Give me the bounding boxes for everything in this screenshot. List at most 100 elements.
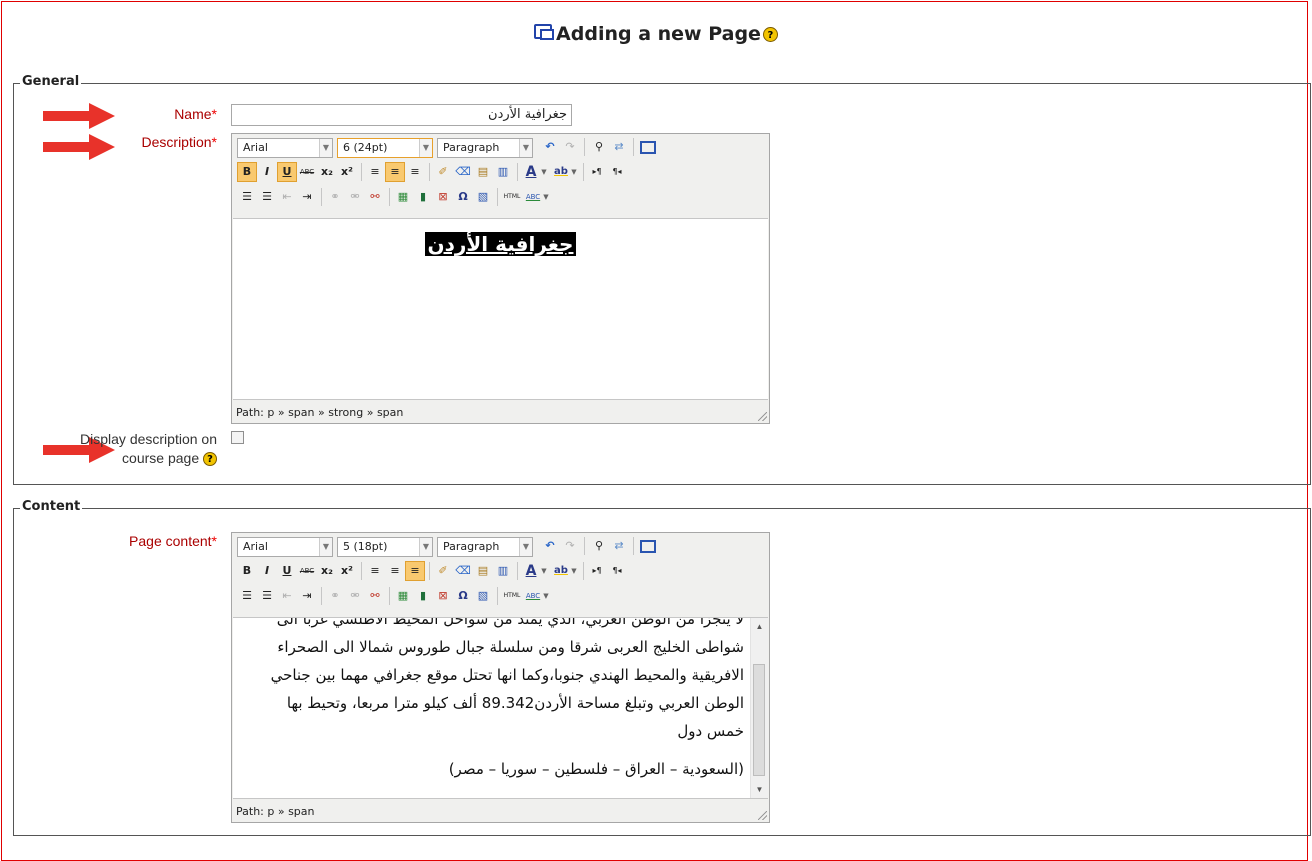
subscript-button[interactable]: x₂ [317,162,337,182]
chevron-down-icon[interactable]: ▼ [541,586,551,606]
ltr-icon[interactable]: ▸¶ [587,162,607,182]
indent-icon[interactable]: ⇥ [297,187,317,207]
align-left-icon[interactable]: ≡ [365,162,385,182]
format-select[interactable]: Paragraph ▼ [437,537,533,557]
spellcheck-button[interactable]: ABC [523,187,543,207]
nolink-icon[interactable]: ⊠ [433,586,453,606]
paste-text-icon[interactable]: ▤ [473,561,493,581]
outdent-icon[interactable]: ⇤ [277,586,297,606]
special-char-button[interactable]: Ω [453,586,473,606]
fullscreen-icon[interactable] [638,536,658,556]
superscript-button[interactable]: x² [337,162,357,182]
numbered-list-icon[interactable]: ☰ [257,586,277,606]
italic-button[interactable]: I [257,561,277,581]
chevron-down-icon[interactable]: ▼ [569,162,579,182]
font-family-select[interactable]: Arial ▼ [237,138,333,158]
replace-icon[interactable]: ⇄ [609,536,629,556]
redo-icon[interactable]: ↷ [560,137,580,157]
bullet-list-icon[interactable]: ☰ [237,187,257,207]
description-editor[interactable]: Arial ▼ 6 (24pt) ▼ Paragraph ▼ ↶ ↷ ⚲ ⇄ B I … [231,133,770,424]
eraser-icon[interactable]: ⌫ [453,561,473,581]
italic-button[interactable]: I [257,162,277,182]
scroll-thumb[interactable] [753,664,765,776]
strikethrough-button[interactable]: ABC [297,162,317,182]
find-icon[interactable]: ⚲ [589,536,609,556]
replace-icon[interactable]: ⇄ [609,137,629,157]
undo-icon[interactable]: ↶ [540,536,560,556]
ltr-icon[interactable]: ▸¶ [587,561,607,581]
underline-button[interactable]: U [277,561,297,581]
scroll-down-arrow[interactable]: ▼ [751,781,768,798]
chevron-down-icon[interactable]: ▼ [569,561,579,581]
text-color-button[interactable]: A [521,561,541,581]
unlink-icon[interactable]: ⚮ [345,586,365,606]
html-source-button[interactable]: HTML [501,586,523,606]
unlink-icon[interactable]: ⚮ [345,187,365,207]
resize-handle[interactable] [758,811,767,820]
bullet-list-icon[interactable]: ☰ [237,586,257,606]
editor-scrollbar[interactable]: ▲ ▼ [750,618,768,798]
superscript-button[interactable]: x² [337,561,357,581]
rtl-icon[interactable]: ¶◂ [607,561,627,581]
media-icon[interactable]: ▮ [413,187,433,207]
text-color-button[interactable]: A [521,162,541,182]
page-content-editor-area[interactable]: لا يتجزأ من الوطن العربي، الذي يمتد من س… [233,617,768,799]
general-legend: General [20,74,82,89]
font-size-select[interactable]: 5 (18pt) ▼ [337,537,433,557]
nolink-icon[interactable]: ⊠ [433,187,453,207]
fullscreen-icon[interactable] [638,137,658,157]
image-icon[interactable]: ▦ [393,187,413,207]
paste-word-icon[interactable]: ▥ [493,561,513,581]
image-icon[interactable]: ▦ [393,586,413,606]
description-editor-area[interactable]: جغرافية الأردن [233,218,768,400]
rtl-icon[interactable]: ¶◂ [607,162,627,182]
redo-icon[interactable]: ↷ [560,536,580,556]
font-size-select[interactable]: 6 (24pt) ▼ [337,138,433,158]
outdent-icon[interactable]: ⇤ [277,187,297,207]
format-select[interactable]: Paragraph ▼ [437,138,533,158]
align-center-icon[interactable]: ≡ [385,561,405,581]
font-family-select[interactable]: Arial ▼ [237,537,333,557]
align-right-icon[interactable]: ≡ [405,561,425,581]
media-icon[interactable]: ▮ [413,586,433,606]
resize-handle[interactable] [758,412,767,421]
link-icon[interactable]: ⚭ [325,586,345,606]
anchor-icon[interactable]: ⚯ [365,586,385,606]
link-icon[interactable]: ⚭ [325,187,345,207]
scroll-up-arrow[interactable]: ▲ [751,618,768,635]
spellcheck-button[interactable]: ABC [523,586,543,606]
name-field[interactable]: جغرافية الأردن [231,104,572,126]
indent-icon[interactable]: ⇥ [297,586,317,606]
help-icon[interactable]: ? [203,452,217,467]
bold-button[interactable]: B [237,162,257,182]
underline-button[interactable]: U [277,162,297,182]
chevron-down-icon[interactable]: ▼ [539,561,549,581]
html-source-button[interactable]: HTML [501,187,523,207]
bold-button[interactable]: B [237,561,257,581]
display-description-checkbox[interactable] [231,431,244,444]
cleanup-brush-icon[interactable]: ✐ [433,561,453,581]
find-icon[interactable]: ⚲ [589,137,609,157]
table-icon[interactable]: ▧ [473,187,493,207]
help-icon[interactable]: ? [762,27,778,42]
anchor-icon[interactable]: ⚯ [365,187,385,207]
highlight-color-button[interactable]: ab [551,162,571,182]
chevron-down-icon[interactable]: ▼ [539,162,549,182]
content-legend: Content [20,499,83,514]
undo-icon[interactable]: ↶ [540,137,560,157]
align-right-icon[interactable]: ≡ [405,162,425,182]
table-icon[interactable]: ▧ [473,586,493,606]
cleanup-brush-icon[interactable]: ✐ [433,162,453,182]
align-left-icon[interactable]: ≡ [365,561,385,581]
align-center-icon[interactable]: ≡ [385,162,405,182]
numbered-list-icon[interactable]: ☰ [257,187,277,207]
strikethrough-button[interactable]: ABC [297,561,317,581]
paste-text-icon[interactable]: ▤ [473,162,493,182]
special-char-button[interactable]: Ω [453,187,473,207]
chevron-down-icon[interactable]: ▼ [541,187,551,207]
page-content-editor[interactable]: Arial ▼ 5 (18pt) ▼ Paragraph ▼ ↶ ↷ ⚲ ⇄ B I … [231,532,770,823]
eraser-icon[interactable]: ⌫ [453,162,473,182]
subscript-button[interactable]: x₂ [317,561,337,581]
paste-word-icon[interactable]: ▥ [493,162,513,182]
highlight-color-button[interactable]: ab [551,561,571,581]
